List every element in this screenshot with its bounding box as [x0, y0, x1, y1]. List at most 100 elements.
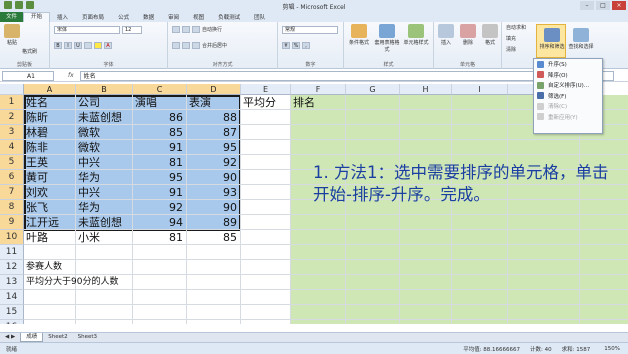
- cell-header-rank[interactable]: 排名: [291, 95, 346, 110]
- cell-company[interactable]: 华为: [76, 170, 133, 185]
- cell-act[interactable]: 87: [187, 125, 241, 140]
- minimize-button[interactable]: –: [580, 1, 594, 10]
- column-header-G[interactable]: G: [346, 84, 400, 95]
- row-header-13[interactable]: 13: [0, 275, 24, 290]
- row-header-11[interactable]: 11: [0, 245, 24, 260]
- merge-center-button[interactable]: 合并后居中: [202, 42, 227, 49]
- column-header-B[interactable]: B: [76, 84, 133, 95]
- clear-button[interactable]: 清除: [506, 46, 516, 53]
- cell-act[interactable]: 85: [187, 230, 241, 245]
- cell-company[interactable]: 华为: [76, 200, 133, 215]
- sheet-tab-sheet2[interactable]: Sheet2: [43, 333, 72, 342]
- tab-team[interactable]: 团队: [247, 13, 272, 21]
- column-header-H[interactable]: H: [400, 84, 452, 95]
- align-center-icon[interactable]: [182, 42, 190, 49]
- fx-icon[interactable]: fx: [68, 72, 74, 79]
- font-color-icon[interactable]: A: [104, 42, 112, 49]
- cell-act[interactable]: 88: [187, 110, 241, 125]
- row-header-12[interactable]: 12: [0, 260, 24, 275]
- fill-button[interactable]: 填充: [506, 35, 516, 42]
- percent-icon[interactable]: %: [292, 42, 300, 49]
- cell-name[interactable]: 江开远: [24, 215, 76, 230]
- autosum-button[interactable]: 自动求和: [506, 24, 526, 31]
- tab-load-test[interactable]: 负载测试: [211, 13, 247, 21]
- cell-act[interactable]: 90: [187, 170, 241, 185]
- number-format-select[interactable]: 常规: [282, 26, 338, 34]
- cell-act[interactable]: 93: [187, 185, 241, 200]
- cell-act[interactable]: 92: [187, 155, 241, 170]
- format-painter-button[interactable]: 格式刷: [22, 48, 37, 55]
- sheet-nav-icon[interactable]: ◀ ▶: [0, 333, 20, 342]
- cell-sing[interactable]: 91: [133, 140, 187, 155]
- bold-button[interactable]: B: [54, 42, 62, 49]
- cell-name[interactable]: 林碧: [24, 125, 76, 140]
- align-left-icon[interactable]: [172, 42, 180, 49]
- fill-color-icon[interactable]: [94, 42, 102, 49]
- tab-formulas[interactable]: 公式: [111, 13, 136, 21]
- cell-sing[interactable]: 95: [133, 170, 187, 185]
- sheet-tab-scores[interactable]: 成绩: [20, 333, 44, 342]
- close-button[interactable]: ×: [612, 1, 626, 10]
- row-header-15[interactable]: 15: [0, 305, 24, 320]
- cell-header-avg[interactable]: 平均分: [241, 95, 291, 110]
- currency-icon[interactable]: ¥: [282, 42, 290, 49]
- menu-item-sort-descending[interactable]: 降序(O): [534, 70, 602, 81]
- align-middle-icon[interactable]: [182, 26, 190, 33]
- format-as-table-button[interactable]: 套用表格格式: [374, 24, 400, 53]
- cell-name[interactable]: 刘欢: [24, 185, 76, 200]
- row-header-10[interactable]: 10: [0, 230, 24, 245]
- column-header-C[interactable]: C: [133, 84, 187, 95]
- cell-above90[interactable]: 平均分大于90分的人数: [24, 275, 118, 290]
- align-bottom-icon[interactable]: [192, 26, 200, 33]
- cell-header-sing[interactable]: 演唱: [133, 95, 187, 110]
- cell-sing[interactable]: 94: [133, 215, 187, 230]
- column-header-A[interactable]: A: [24, 84, 76, 95]
- cell-name[interactable]: 黄可: [24, 170, 76, 185]
- cell-name[interactable]: 王英: [24, 155, 76, 170]
- find-select-button[interactable]: 查找和选择: [568, 28, 594, 50]
- row-header-8[interactable]: 8: [0, 200, 24, 215]
- sort-filter-button[interactable]: 排序和筛选: [536, 24, 566, 58]
- tab-insert[interactable]: 插入: [50, 13, 75, 21]
- conditional-format-button[interactable]: 条件格式: [346, 24, 372, 46]
- cell-sing[interactable]: 92: [133, 200, 187, 215]
- paste-button[interactable]: 粘贴: [3, 24, 21, 46]
- menu-item-reapply[interactable]: 重新应用(Y): [534, 112, 602, 123]
- cell-name[interactable]: 陈非: [24, 140, 76, 155]
- underline-button[interactable]: U: [74, 42, 82, 49]
- row-header-4[interactable]: 4: [0, 140, 24, 155]
- cell-act[interactable]: 95: [187, 140, 241, 155]
- cell-sing[interactable]: 81: [133, 230, 187, 245]
- menu-item-custom-sort[interactable]: 自定义排序(U)...: [534, 80, 602, 91]
- borders-icon[interactable]: [84, 42, 92, 49]
- cell-company[interactable]: 微软: [76, 140, 133, 155]
- cell-company[interactable]: 微软: [76, 125, 133, 140]
- zoom-level[interactable]: 150%: [604, 346, 620, 352]
- tab-file[interactable]: 文件: [0, 12, 24, 22]
- cell-company[interactable]: 小米: [76, 230, 133, 245]
- menu-item-clear[interactable]: 清除(C): [534, 101, 602, 112]
- row-header-14[interactable]: 14: [0, 290, 24, 305]
- insert-cells-button[interactable]: 插入: [436, 24, 456, 46]
- comma-icon[interactable]: ,: [302, 42, 310, 49]
- cell-act[interactable]: 90: [187, 200, 241, 215]
- delete-cells-button[interactable]: 删除: [458, 24, 478, 46]
- menu-item-filter[interactable]: 筛选(F): [534, 91, 602, 102]
- cell-header-act[interactable]: 表演: [187, 95, 241, 110]
- undo-icon[interactable]: [26, 1, 34, 9]
- cell-company[interactable]: 未蓝创想: [76, 110, 133, 125]
- align-top-icon[interactable]: [172, 26, 180, 33]
- maximize-button[interactable]: □: [596, 1, 610, 10]
- cell-header-name[interactable]: 姓名: [24, 95, 76, 110]
- row-header-7[interactable]: 7: [0, 185, 24, 200]
- font-size-select[interactable]: 12: [122, 26, 142, 34]
- align-right-icon[interactable]: [192, 42, 200, 49]
- sheet-tab-sheet3[interactable]: Sheet3: [73, 333, 102, 342]
- tab-data[interactable]: 数据: [136, 13, 161, 21]
- cell-name[interactable]: 陈昕: [24, 110, 76, 125]
- row-header-2[interactable]: 2: [0, 110, 24, 125]
- column-header-I[interactable]: I: [452, 84, 508, 95]
- row-header-6[interactable]: 6: [0, 170, 24, 185]
- tab-page-layout[interactable]: 页面布局: [75, 13, 111, 21]
- cell-company[interactable]: 中兴: [76, 185, 133, 200]
